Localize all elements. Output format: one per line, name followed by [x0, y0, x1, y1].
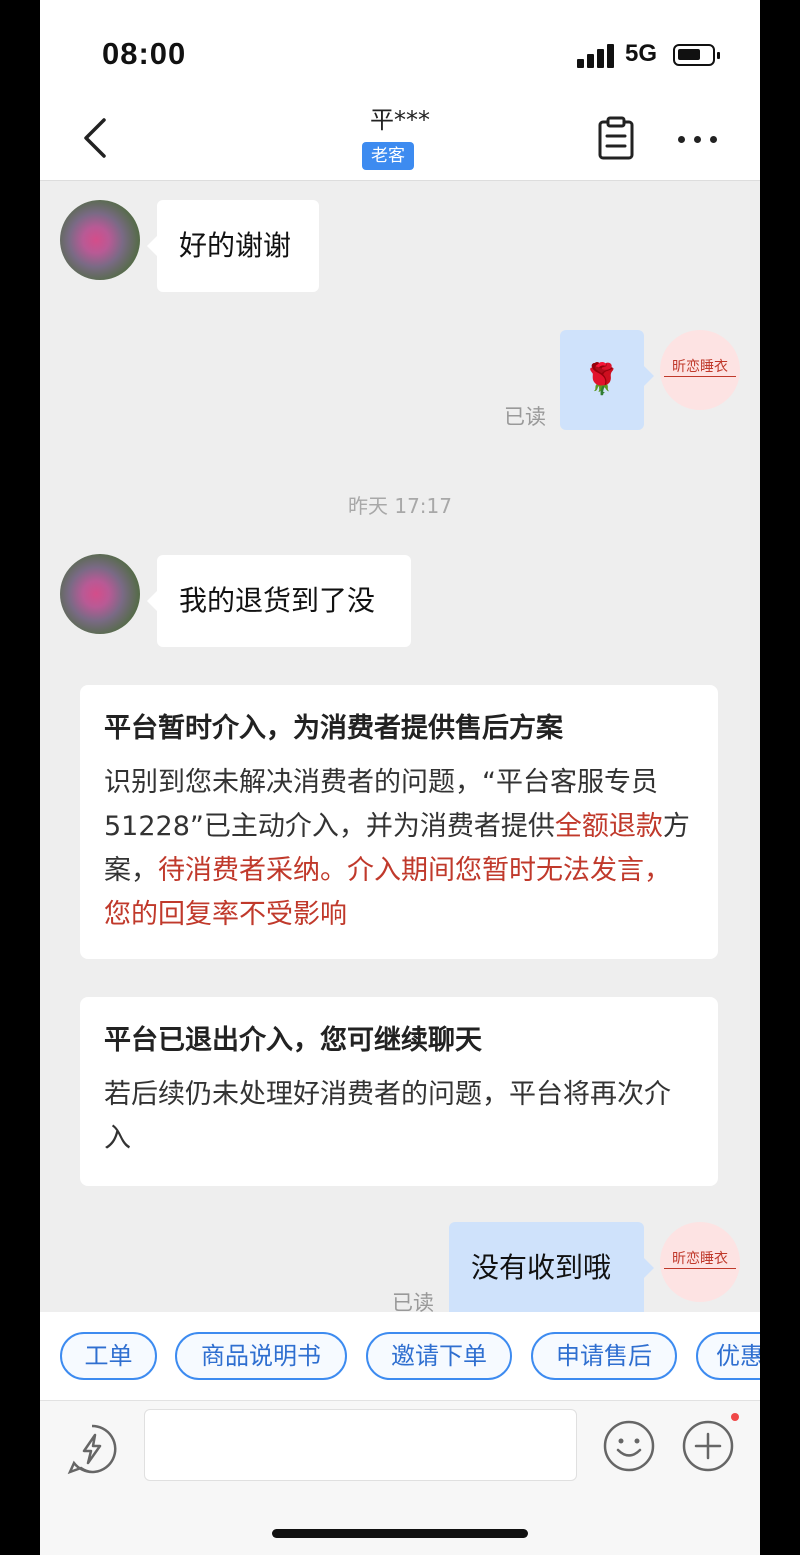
chip-coupon[interactable]: 优惠 [696, 1332, 760, 1380]
network-type: 5G [625, 40, 658, 67]
customer-avatar[interactable] [60, 200, 140, 280]
notice-highlight: 全额退款 [554, 811, 663, 842]
customer-avatar[interactable] [60, 554, 140, 634]
quick-reply-bar: 工单 商品说明书 邀请下单 申请售后 优惠 [40, 1312, 760, 1401]
chip-after-sales[interactable]: 申请售后 [531, 1332, 677, 1380]
clock: 08:00 [102, 36, 187, 71]
notice-title: 平台已退出介入，您可继续聊天 [104, 1025, 482, 1056]
more-icon[interactable] [676, 124, 720, 154]
notice-title: 平台暂时介入，为消费者提供售后方案 [104, 713, 563, 744]
plus-icon[interactable] [681, 1419, 735, 1473]
signal-icon [577, 44, 617, 68]
notice-text: 识别到您未解决消费者的问题，“平台客服专员51228”已主动介入，并为消费者提供… [104, 761, 694, 937]
message-bubble-own[interactable]: 没有收到哦 [449, 1222, 654, 1322]
shop-name: 昕恋睡衣 [664, 1250, 736, 1269]
chip-work-order[interactable]: 工单 [60, 1332, 157, 1380]
notification-dot [731, 1413, 739, 1421]
rose-emoji: 🌹 [583, 362, 621, 397]
message-bubble[interactable]: 我的退货到了没 [147, 555, 411, 647]
customer-badge: 老客 [362, 142, 414, 170]
chat-header: 平*** 老客 [40, 100, 760, 181]
read-receipt: 已读 [504, 405, 546, 429]
chip-product-manual[interactable]: 商品说明书 [175, 1332, 347, 1380]
chip-invite-order[interactable]: 邀请下单 [366, 1332, 512, 1380]
notice-text: 若后续仍未处理好消费者的问题，平台将再次介入 [104, 1079, 671, 1154]
phone-screen: 08:00 5G 平*** 老客 好的谢谢 已读 🌹 昕恋睡衣 昨天 17:17… [40, 0, 760, 1555]
lightning-icon[interactable] [66, 1423, 118, 1475]
status-bar: 08:00 5G [40, 0, 760, 100]
home-indicator[interactable] [272, 1529, 528, 1538]
contact-name: 平*** [370, 106, 430, 134]
shop-avatar[interactable]: 昕恋睡衣 [660, 330, 740, 410]
smiley-icon[interactable] [602, 1419, 656, 1473]
input-bar [40, 1401, 760, 1555]
message-bubble[interactable]: 好的谢谢 [147, 200, 319, 292]
shop-name: 昕恋睡衣 [664, 358, 736, 377]
message-timestamp: 昨天 17:17 [348, 494, 452, 518]
shop-avatar[interactable]: 昕恋睡衣 [660, 1222, 740, 1302]
system-notice-card: 平台暂时介入，为消费者提供售后方案 识别到您未解决消费者的问题，“平台客服专员5… [80, 685, 718, 959]
battery-icon [673, 44, 720, 66]
notice-highlight: 待消费者采纳。介入期间您暂时无法发言，您的回复率不受影响 [104, 855, 671, 930]
clipboard-icon[interactable] [596, 116, 636, 160]
message-bubble-own[interactable]: 🌹 [560, 330, 654, 430]
system-notice-card: 平台已退出介入，您可继续聊天 若后续仍未处理好消费者的问题，平台将再次介入 [80, 997, 718, 1186]
message-input[interactable] [144, 1409, 577, 1481]
